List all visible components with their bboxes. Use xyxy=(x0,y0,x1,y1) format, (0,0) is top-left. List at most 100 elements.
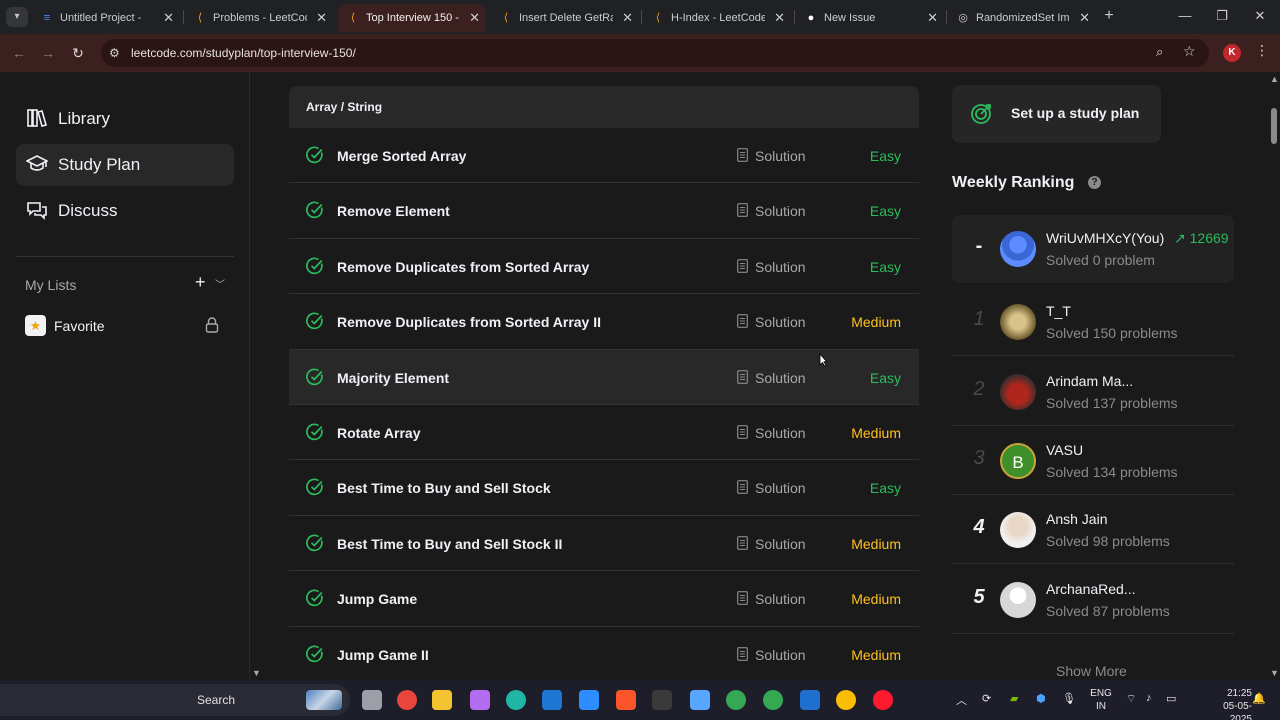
restore-button[interactable]: ❐ xyxy=(1212,6,1232,26)
browser-tab[interactable]: ◎ RandomizedSet Impl ✕ xyxy=(948,4,1096,32)
page-scrollbar[interactable]: ▲ ▼ xyxy=(1268,72,1280,680)
url-text[interactable]: leetcode.com/studyplan/top-interview-150… xyxy=(131,46,356,60)
site-info-icon[interactable]: ⚙ xyxy=(109,46,120,60)
problem-title[interactable]: Remove Element xyxy=(337,203,450,219)
sidebar-item-library[interactable]: Library xyxy=(16,98,234,140)
browser-tab[interactable]: ● New Issue ✕ xyxy=(796,4,944,32)
scroll-down-arrow[interactable]: ▼ xyxy=(1270,668,1279,678)
forward-button[interactable]: → xyxy=(38,43,58,63)
volume-icon[interactable]: ♪ xyxy=(1146,692,1152,704)
ranking-row[interactable]: 2 Arindam Ma... Solved 137 problems xyxy=(952,358,1234,426)
sidebar-item-study-plan[interactable]: Study Plan xyxy=(16,144,234,186)
close-tab-icon[interactable]: ✕ xyxy=(163,4,174,32)
close-tab-icon[interactable]: ✕ xyxy=(927,4,938,32)
problem-section-header[interactable]: Array / String xyxy=(289,86,919,128)
profile-avatar[interactable]: K xyxy=(1223,44,1241,62)
clock[interactable]: 21:25 05-05-2025 xyxy=(1212,687,1252,720)
user-avatar[interactable] xyxy=(1000,512,1036,548)
task-view-icon[interactable] xyxy=(362,690,382,710)
user-name[interactable]: WriUvMHXcY(You) xyxy=(1046,230,1164,246)
problem-row[interactable]: Best Time to Buy and Sell Stock Solution E… xyxy=(289,460,919,516)
brave-icon[interactable] xyxy=(616,690,636,710)
tab-search-button[interactable]: ▾ xyxy=(6,7,28,27)
ranking-row[interactable]: 5 ArchanaRed... Solved 87 problems xyxy=(952,566,1234,634)
setup-study-plan-button[interactable]: Set up a study plan xyxy=(952,85,1161,143)
browser-tab[interactable]: ⟨ Insert Delete GetRan ✕ xyxy=(491,4,639,32)
user-name[interactable]: ArchanaRed... xyxy=(1046,581,1136,597)
taskbar-search[interactable]: Search xyxy=(0,684,350,716)
user-avatar[interactable] xyxy=(1000,374,1036,410)
ranking-row[interactable]: 3 B VASU Solved 134 problems xyxy=(952,427,1234,495)
sync-icon[interactable]: ⟳ xyxy=(982,692,991,705)
ranking-row[interactable]: 1 T_T Solved 150 problems xyxy=(952,288,1234,356)
battery-icon[interactable]: ▭ xyxy=(1166,692,1176,705)
file-explorer-icon[interactable] xyxy=(432,690,452,710)
user-name[interactable]: Arindam Ma... xyxy=(1046,373,1133,389)
scrollbar-thumb[interactable] xyxy=(1271,108,1277,144)
language-indicator[interactable]: ENG IN xyxy=(1090,687,1112,713)
close-tab-icon[interactable]: ✕ xyxy=(316,4,327,32)
problem-title[interactable]: Remove Duplicates from Sorted Array II xyxy=(337,314,601,330)
problem-row[interactable]: Jump Game II Solution Medium xyxy=(289,626,919,680)
microphone-icon[interactable]: 🎙 xyxy=(1062,692,1076,705)
user-name[interactable]: T_T xyxy=(1046,303,1071,319)
browser-tab[interactable]: ⟨ Problems - LeetCode ✕ xyxy=(185,4,333,32)
problem-row[interactable]: Remove Element Solution Easy xyxy=(289,183,919,239)
solution-link[interactable]: Solution xyxy=(755,536,806,552)
zoom-icon[interactable]: ⌕ xyxy=(1156,44,1163,60)
problem-title[interactable]: Jump Game xyxy=(337,591,417,607)
sidebar-item-discuss[interactable]: Discuss xyxy=(16,190,234,232)
show-hidden-icons-icon[interactable]: ︿ xyxy=(956,692,967,708)
user-name[interactable]: VASU xyxy=(1046,442,1083,458)
favorite-list-item[interactable]: ★ Favorite xyxy=(25,315,225,337)
back-button[interactable]: ← xyxy=(9,43,29,63)
sidebar-scrollbar[interactable]: ▼ xyxy=(250,72,266,680)
solution-link[interactable]: Solution xyxy=(755,314,806,330)
reload-button[interactable]: ↻ xyxy=(68,43,88,63)
notepad-icon[interactable] xyxy=(690,690,710,710)
close-tab-icon[interactable]: ✕ xyxy=(469,4,480,32)
solution-link[interactable]: Solution xyxy=(755,480,806,496)
problem-row[interactable]: Jump Game Solution Medium xyxy=(289,571,919,627)
solution-link[interactable]: Solution xyxy=(755,647,806,663)
add-list-icon[interactable]: + xyxy=(195,272,206,293)
scroll-down-arrow[interactable]: ▼ xyxy=(252,668,261,678)
solution-link[interactable]: Solution xyxy=(755,591,806,607)
problem-title[interactable]: Majority Element xyxy=(337,370,449,386)
chrome-icon[interactable] xyxy=(397,690,417,710)
problem-title[interactable]: Merge Sorted Array xyxy=(337,148,466,164)
scroll-up-arrow[interactable]: ▲ xyxy=(1270,74,1279,84)
user-avatar[interactable] xyxy=(1000,304,1036,340)
problem-row[interactable]: Best Time to Buy and Sell Stock II Soluti… xyxy=(289,515,919,572)
bookmark-star-icon[interactable]: ☆ xyxy=(1183,43,1196,60)
app-icon[interactable] xyxy=(800,690,820,710)
problem-row[interactable]: Rotate Array Solution Medium xyxy=(289,404,919,461)
browser-tab[interactable]: ⟨ Top Interview 150 - S ✕ xyxy=(338,4,486,32)
problem-title[interactable]: Remove Duplicates from Sorted Array xyxy=(337,259,589,275)
problem-row[interactable]: Remove Duplicates from Sorted Array Solut… xyxy=(289,238,919,295)
ranking-row[interactable]: 4 Ansh Jain Solved 98 problems xyxy=(952,496,1234,564)
solution-link[interactable]: Solution xyxy=(755,148,806,164)
close-tab-icon[interactable]: ✕ xyxy=(774,4,785,32)
solution-link[interactable]: Solution xyxy=(755,370,806,386)
help-icon[interactable]: ? xyxy=(1088,176,1101,189)
chrome-icon[interactable] xyxy=(763,690,783,710)
problem-title[interactable]: Rotate Array xyxy=(337,425,421,441)
address-bar[interactable]: ⚙ leetcode.com/studyplan/top-interview-1… xyxy=(101,39,1209,67)
user-avatar[interactable] xyxy=(1000,582,1036,618)
solution-link[interactable]: Solution xyxy=(755,259,806,275)
user-avatar[interactable]: B xyxy=(1000,443,1036,479)
close-tab-icon[interactable]: ✕ xyxy=(622,4,633,32)
copilot-icon[interactable] xyxy=(470,690,490,710)
wifi-icon[interactable]: ⌔ xyxy=(1126,692,1136,706)
new-tab-button[interactable]: + xyxy=(1100,6,1118,26)
chrome-icon[interactable] xyxy=(726,690,746,710)
solution-link[interactable]: Solution xyxy=(755,203,806,219)
problem-title[interactable]: Jump Game II xyxy=(337,647,429,663)
terminal-icon[interactable] xyxy=(652,690,672,710)
browser-menu-icon[interactable]: ⋮ xyxy=(1255,42,1269,59)
outlook-icon[interactable] xyxy=(542,690,562,710)
nvidia-icon[interactable]: ▰ xyxy=(1010,692,1018,705)
security-icon[interactable]: ⬢ xyxy=(1036,692,1046,705)
problem-row[interactable]: Remove Duplicates from Sorted Array II So… xyxy=(289,294,919,350)
